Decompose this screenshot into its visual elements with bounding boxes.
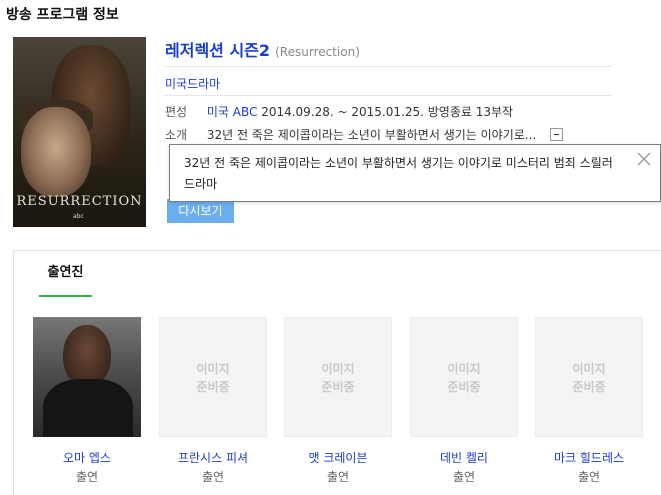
cast-name[interactable]: 마크 힐드레스 (535, 449, 643, 466)
cast-name[interactable]: 데빈 켈리 (410, 449, 518, 466)
cast-item[interactable]: 이미지 준비중 맷 크레이븐 출연 (284, 317, 392, 485)
poster-figure-boy (21, 107, 91, 197)
country-link[interactable]: 미국 (207, 105, 229, 119)
cast-photo-placeholder[interactable]: 이미지 준비중 (410, 317, 518, 437)
program-poster[interactable]: RESURRECTION abc (13, 37, 146, 227)
collapse-summary-button[interactable] (550, 128, 564, 141)
channel-link[interactable]: ABC (233, 105, 258, 119)
tab-cast[interactable]: 출연진 (39, 251, 92, 297)
cast-photo-placeholder[interactable]: 이미지 준비중 (284, 317, 392, 437)
cast-item[interactable]: 오마 엡스 출연 (33, 317, 141, 485)
program-info: 레저렉션 시즌2 (Resurrection) 미국드라마 편성 미국 ABC … (165, 37, 612, 142)
summary-label: 소개 (165, 128, 188, 142)
cast-item[interactable]: 이미지 준비중 마크 힐드레스 출연 (535, 317, 643, 485)
section-title: 방송 프로그램 정보 (6, 7, 119, 23)
cast-name[interactable]: 오마 엡스 (33, 449, 141, 466)
cast-photo-body (43, 379, 133, 437)
cast-role: 출연 (577, 470, 601, 484)
cast-item[interactable]: 이미지 준비중 프란시스 피셔 출연 (159, 317, 267, 485)
broadcast-period: 2014.09.28. ~ 2015.01.25. (261, 105, 424, 119)
genre-row: 미국드라마 (165, 72, 612, 96)
cast-photo-placeholder[interactable]: 이미지 준비중 (159, 317, 267, 437)
title-row: 레저렉션 시즌2 (Resurrection) (165, 37, 612, 67)
cast-section: 출연진 오마 엡스 출연 이미지 준비중 프란시스 피셔 출연 이미지 준비중 … (13, 250, 661, 495)
program-genre-link[interactable]: 미국드라마 (165, 77, 220, 91)
program-title[interactable]: 레저렉션 시즌2 (165, 41, 270, 60)
cast-photo[interactable] (33, 317, 141, 437)
broadcast-row: 편성 미국 ABC 2014.09.28. ~ 2015.01.25. 방영종료… (165, 103, 513, 120)
cast-role: 출연 (326, 470, 350, 484)
cast-name[interactable]: 프란시스 피셔 (159, 449, 267, 466)
summary-short: 32년 전 죽은 제이콥이라는 소년이 부활하면서 생기는 이야기로... (206, 128, 537, 142)
rewatch-button[interactable]: 다시보기 (167, 199, 234, 223)
broadcast-label: 편성 (165, 105, 188, 119)
summary-row: 소개 32년 전 죽은 제이콥이라는 소년이 부활하면서 생기는 이야기로... (165, 126, 564, 143)
close-icon[interactable] (636, 151, 652, 167)
cast-item[interactable]: 이미지 준비중 데빈 켈리 출연 (410, 317, 518, 485)
cast-role: 출연 (452, 470, 476, 484)
poster-title-text: RESURRECTION (16, 194, 143, 209)
cast-role: 출연 (201, 470, 225, 484)
cast-photo-placeholder[interactable]: 이미지 준비중 (535, 317, 643, 437)
episode-count: 13부작 (475, 105, 514, 119)
cast-photo-head (63, 325, 111, 387)
poster-network-logo: abc (73, 213, 84, 220)
cast-name[interactable]: 맷 크레이븐 (284, 449, 392, 466)
summary-popup: 32년 전 죽은 제이콥이라는 소년이 부활하면서 생기는 이야기로 미스터리 … (169, 144, 661, 202)
cast-role: 출연 (75, 470, 99, 484)
popup-text: 32년 전 죽은 제이콥이라는 소년이 부활하면서 생기는 이야기로 미스터리 … (184, 156, 613, 191)
broadcast-status: 방영종료 (427, 105, 472, 119)
program-title-en: (Resurrection) (275, 45, 360, 59)
